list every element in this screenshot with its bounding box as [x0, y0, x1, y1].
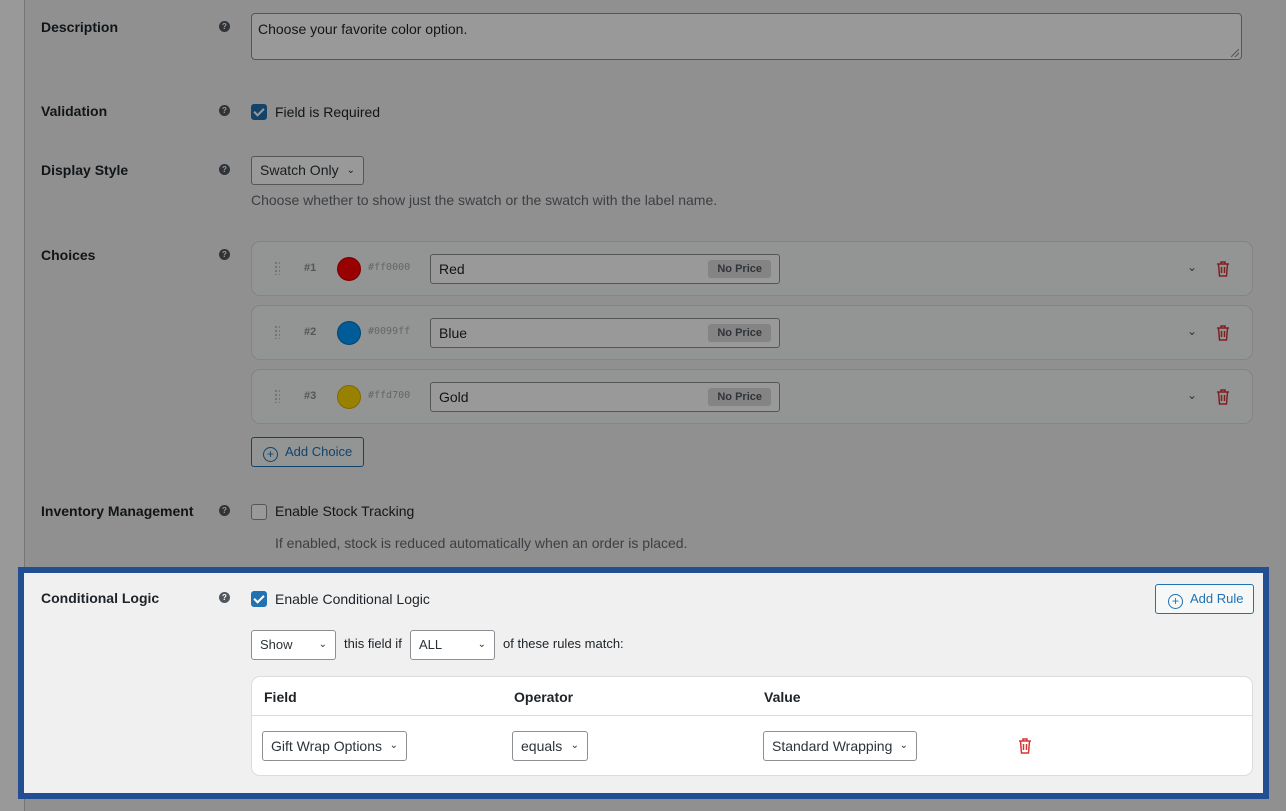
drag-handle-icon[interactable]: [274, 325, 280, 339]
question-circle-icon[interactable]: ?: [219, 21, 230, 32]
price-badge: No Price: [708, 260, 771, 278]
description-value: Choose your favorite color option.: [258, 21, 468, 37]
trash-icon[interactable]: [1216, 389, 1230, 405]
stock-tracking-label[interactable]: Enable Stock Tracking: [275, 503, 414, 519]
price-badge: No Price: [708, 388, 771, 406]
question-circle-icon[interactable]: ?: [219, 105, 230, 116]
chevron-down-icon: ⌄: [899, 740, 908, 751]
choices-label: Choices: [41, 247, 96, 263]
chevron-down-icon: ⌄: [389, 740, 398, 751]
add-rule-button[interactable]: + Add Rule: [1155, 584, 1254, 614]
choice-name: Gold: [439, 389, 469, 405]
rule-text-end: of these rules match:: [503, 636, 624, 651]
rule-value-value: Standard Wrapping: [772, 738, 893, 754]
choice-number: #2: [304, 326, 317, 338]
chevron-down-icon: ⌄: [318, 639, 327, 650]
choice-name-input[interactable]: Gold No Price: [430, 382, 780, 412]
match-value: ALL: [419, 637, 443, 652]
choice-row: #3 #ffd700 Gold No Price ⌄: [251, 369, 1253, 424]
color-swatch[interactable]: [337, 321, 361, 345]
conditional-logic-checkbox-label[interactable]: Enable Conditional Logic: [275, 591, 430, 607]
match-select[interactable]: ALL ⌄: [410, 630, 495, 660]
conditional-logic-label: Conditional Logic: [41, 590, 160, 606]
description-label: Description: [41, 19, 119, 35]
add-rule-label: Add Rule: [1190, 591, 1244, 606]
chevron-down-icon: ⌄: [570, 740, 579, 751]
action-select[interactable]: Show ⌄: [251, 630, 336, 660]
question-circle-icon[interactable]: ?: [219, 505, 230, 516]
chevron-down-icon: ⌄: [477, 639, 486, 650]
chevron-down-icon[interactable]: ⌄: [1187, 388, 1197, 402]
trash-icon[interactable]: [1216, 261, 1230, 277]
plus-circle-icon: +: [1168, 594, 1183, 609]
add-choice-button[interactable]: + Add Choice: [251, 437, 364, 467]
color-swatch[interactable]: [337, 257, 361, 281]
choice-hex: #ffd700: [368, 390, 411, 401]
rule-field-value: Gift Wrap Options: [271, 738, 383, 754]
header-value: Value: [764, 689, 801, 705]
inventory-label: Inventory Management: [41, 503, 194, 519]
field-required-label[interactable]: Field is Required: [275, 104, 380, 120]
rule-field-select[interactable]: Gift Wrap Options ⌄: [262, 731, 407, 761]
question-circle-icon[interactable]: ?: [219, 592, 230, 603]
rule-operator-select[interactable]: equals ⌄: [512, 731, 588, 761]
trash-icon[interactable]: [1216, 325, 1230, 341]
choice-number: #1: [304, 262, 317, 274]
validation-label: Validation: [41, 103, 108, 119]
choice-row: #1 #ff0000 Red No Price ⌄: [251, 241, 1253, 296]
header-field: Field: [264, 689, 297, 705]
action-value: Show: [260, 637, 293, 652]
choice-hex: #ff0000: [368, 262, 411, 273]
stock-tracking-checkbox[interactable]: [251, 504, 267, 520]
field-required-checkbox[interactable]: [251, 104, 267, 120]
display-style-description: Choose whether to show just the swatch o…: [251, 192, 718, 208]
choice-hex: #0099ff: [368, 326, 411, 337]
resize-grip-icon[interactable]: [1231, 49, 1239, 57]
choice-name-input[interactable]: Blue No Price: [430, 318, 780, 348]
drag-handle-icon[interactable]: [274, 389, 280, 403]
add-choice-label: Add Choice: [285, 444, 353, 459]
rule-text-mid: this field if: [344, 636, 402, 651]
choice-row: #2 #0099ff Blue No Price ⌄: [251, 305, 1253, 360]
choice-name-input[interactable]: Red No Price: [430, 254, 780, 284]
chevron-down-icon[interactable]: ⌄: [1187, 324, 1197, 338]
chevron-down-icon: ⌄: [346, 165, 355, 176]
display-style-value: Swatch Only: [260, 162, 339, 178]
choice-name: Blue: [439, 325, 468, 341]
table-divider: [252, 715, 1252, 716]
rules-table: Field Operator Value Gift Wrap Options ⌄…: [251, 676, 1253, 776]
drag-handle-icon[interactable]: [274, 261, 280, 275]
rule-operator-value: equals: [521, 738, 563, 754]
stock-tracking-description: If enabled, stock is reduced automatical…: [275, 535, 688, 551]
header-operator: Operator: [514, 689, 574, 705]
conditional-logic-checkbox[interactable]: [251, 591, 267, 607]
price-badge: No Price: [708, 324, 771, 342]
choice-name: Red: [439, 261, 465, 277]
display-style-select[interactable]: Swatch Only ⌄: [251, 156, 364, 185]
question-circle-icon[interactable]: ?: [219, 249, 230, 260]
question-circle-icon[interactable]: ?: [219, 164, 230, 175]
plus-circle-icon: +: [263, 447, 278, 462]
description-textarea[interactable]: Choose your favorite color option.: [251, 13, 1242, 60]
choice-number: #3: [304, 390, 317, 402]
rule-value-select[interactable]: Standard Wrapping ⌄: [763, 731, 917, 761]
chevron-down-icon[interactable]: ⌄: [1187, 260, 1197, 274]
display-style-label: Display Style: [41, 162, 129, 178]
trash-icon[interactable]: [1018, 738, 1032, 754]
color-swatch[interactable]: [337, 385, 361, 409]
